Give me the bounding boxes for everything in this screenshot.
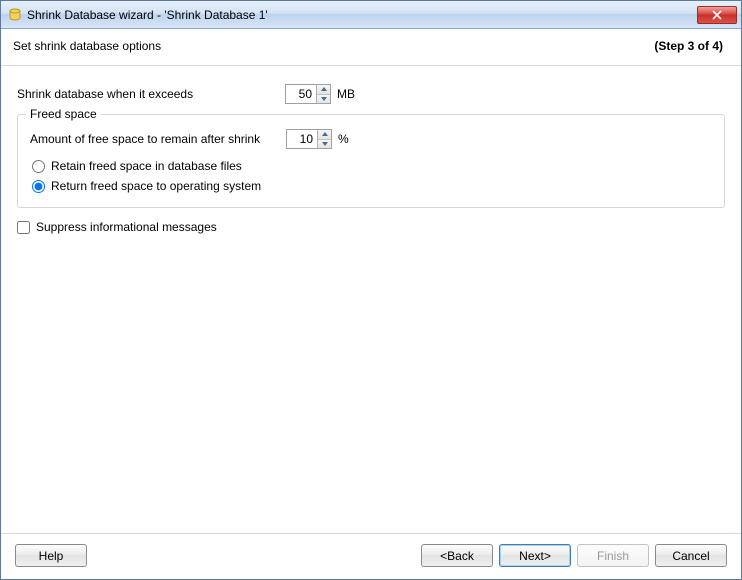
back-button[interactable]: <Back — [421, 544, 493, 567]
chevron-down-icon — [321, 97, 327, 101]
suppress-row[interactable]: Suppress informational messages — [17, 220, 725, 234]
freespace-label: Amount of free space to remain after shr… — [30, 132, 286, 146]
radio-return-label: Return freed space to operating system — [51, 179, 261, 193]
freespace-input[interactable] — [287, 130, 317, 148]
threshold-label: Shrink database when it exceeds — [17, 87, 285, 101]
wizard-body: Shrink database when it exceeds MB Freed… — [1, 66, 741, 533]
step-indicator: (Step 3 of 4) — [654, 39, 723, 53]
radio-retain-label: Retain freed space in database files — [51, 159, 242, 173]
radio-return[interactable] — [32, 180, 45, 193]
threshold-spin-up[interactable] — [317, 85, 330, 95]
threshold-unit: MB — [337, 87, 355, 101]
freespace-row: Amount of free space to remain after shr… — [30, 129, 712, 149]
radio-return-row[interactable]: Return freed space to operating system — [30, 179, 712, 193]
freed-space-group: Freed space Amount of free space to rema… — [17, 114, 725, 208]
wizard-header: Set shrink database options (Step 3 of 4… — [1, 29, 741, 66]
suppress-checkbox[interactable] — [17, 221, 30, 234]
freespace-spinner — [286, 129, 332, 149]
wizard-footer: Help <Back Next> Finish Cancel — [1, 533, 741, 579]
freespace-unit: % — [338, 132, 349, 146]
help-button[interactable]: Help — [15, 544, 87, 567]
threshold-spinner — [285, 84, 331, 104]
threshold-spin-down[interactable] — [317, 95, 330, 104]
chevron-up-icon — [321, 87, 327, 91]
database-icon — [7, 7, 23, 23]
threshold-input[interactable] — [286, 85, 316, 103]
chevron-down-icon — [322, 142, 328, 146]
wizard-window: Shrink Database wizard - 'Shrink Databas… — [0, 0, 742, 580]
close-button[interactable] — [697, 6, 737, 24]
titlebar: Shrink Database wizard - 'Shrink Databas… — [1, 1, 741, 29]
freespace-spin-down[interactable] — [318, 140, 331, 149]
window-title: Shrink Database wizard - 'Shrink Databas… — [27, 8, 697, 22]
page-title: Set shrink database options — [13, 39, 161, 53]
group-title: Freed space — [26, 107, 101, 121]
freespace-spin-up[interactable] — [318, 130, 331, 140]
close-icon — [712, 10, 722, 20]
chevron-up-icon — [322, 132, 328, 136]
cancel-button[interactable]: Cancel — [655, 544, 727, 567]
freespace-spin-buttons — [317, 130, 331, 148]
radio-retain[interactable] — [32, 160, 45, 173]
next-button[interactable]: Next> — [499, 544, 571, 567]
threshold-row: Shrink database when it exceeds MB — [17, 84, 725, 104]
finish-button: Finish — [577, 544, 649, 567]
radio-retain-row[interactable]: Retain freed space in database files — [30, 159, 712, 173]
threshold-spin-buttons — [316, 85, 330, 103]
suppress-label: Suppress informational messages — [36, 220, 217, 234]
